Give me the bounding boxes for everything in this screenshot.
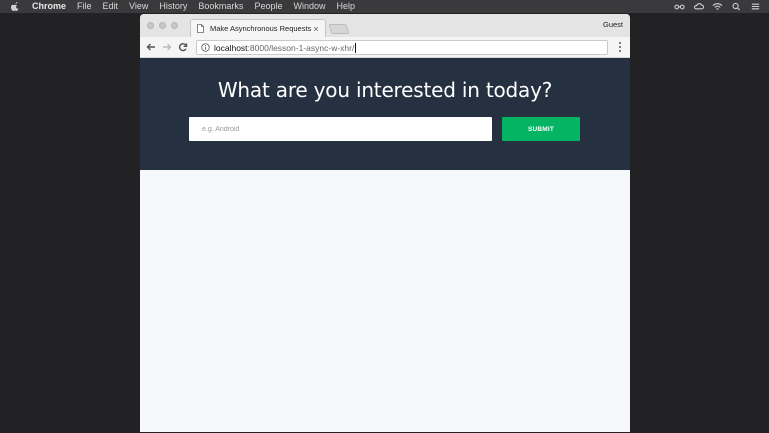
glasses-icon[interactable]	[674, 2, 685, 11]
menu-history[interactable]: History	[159, 0, 187, 13]
menu-view[interactable]: View	[129, 0, 148, 13]
info-icon[interactable]	[201, 43, 210, 52]
results-area	[140, 170, 630, 432]
page-heading: What are you interested in today?	[217, 78, 553, 102]
new-tab-button[interactable]	[328, 24, 350, 34]
menu-help[interactable]: Help	[336, 0, 355, 13]
chrome-menu-icon[interactable]	[618, 42, 622, 52]
back-arrow-icon	[146, 43, 155, 51]
reload-icon	[178, 43, 188, 52]
menu-window[interactable]: Window	[293, 0, 325, 13]
spotlight-search-icon[interactable]	[731, 2, 742, 11]
tab-active[interactable]: Make Asynchronous Requests ×	[190, 19, 326, 37]
apple-icon[interactable]	[11, 2, 20, 11]
forward-button[interactable]	[159, 39, 175, 55]
submit-button[interactable]: SUBMIT	[502, 117, 580, 141]
menu-bookmarks[interactable]: Bookmarks	[198, 0, 243, 13]
chrome-window: Make Asynchronous Requests × Guest local…	[140, 14, 630, 432]
search-hero: What are you interested in today? SUBMIT	[140, 58, 630, 170]
tab-strip: Make Asynchronous Requests × Guest	[140, 14, 630, 37]
browser-toolbar: localhost:8000/lesson-1-async-w-xhr/	[140, 37, 630, 58]
minimize-window-button[interactable]	[159, 22, 166, 29]
close-window-button[interactable]	[147, 22, 154, 29]
url-path: :8000/lesson-1-async-w-xhr/	[247, 42, 355, 53]
menu-edit[interactable]: Edit	[103, 0, 119, 13]
tab-title: Make Asynchronous Requests	[210, 24, 312, 33]
wifi-icon[interactable]	[712, 2, 723, 11]
menu-app-chrome[interactable]: Chrome	[32, 0, 66, 13]
reload-button[interactable]	[175, 39, 191, 55]
zoom-window-button[interactable]	[171, 22, 178, 29]
address-bar[interactable]: localhost:8000/lesson-1-async-w-xhr/	[196, 40, 608, 55]
page-icon	[197, 24, 204, 33]
menubar-status-area	[674, 0, 761, 13]
cloud-icon[interactable]	[693, 2, 704, 11]
macos-menu-bar: Chrome File Edit View History Bookmarks …	[0, 0, 769, 13]
text-cursor	[355, 42, 357, 53]
back-button[interactable]	[143, 39, 159, 55]
search-input[interactable]	[189, 117, 492, 141]
menu-file[interactable]: File	[77, 0, 92, 13]
forward-arrow-icon	[163, 43, 172, 51]
notification-list-icon[interactable]	[750, 2, 761, 11]
menu-people[interactable]: People	[254, 0, 282, 13]
url-host: localhost	[214, 42, 248, 53]
close-tab-icon[interactable]: ×	[312, 24, 320, 34]
profile-button[interactable]: Guest	[603, 20, 623, 29]
